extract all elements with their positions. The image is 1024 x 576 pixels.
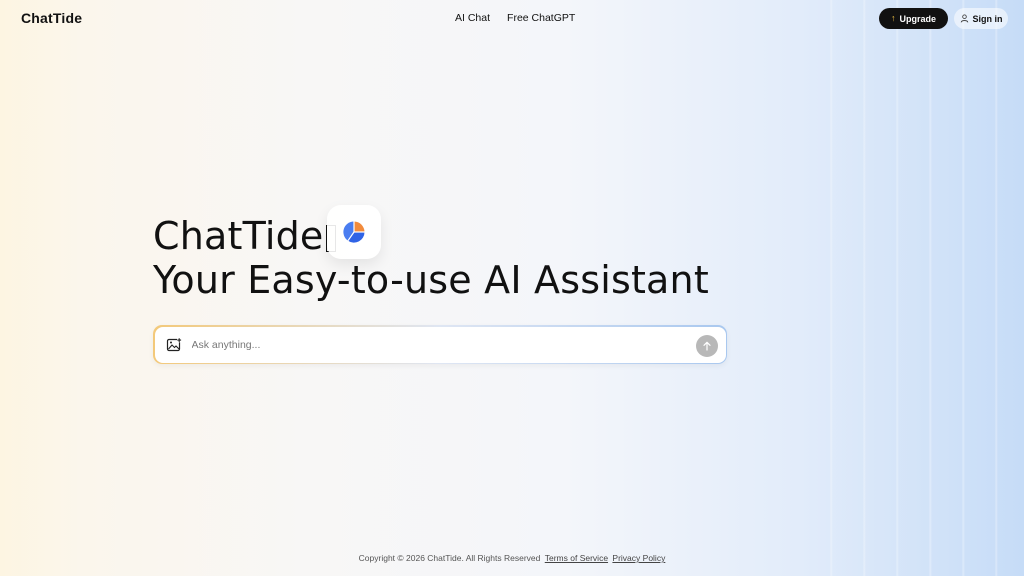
hero-tagline: Your Easy-to-use AI Assistant: [153, 258, 709, 302]
send-button[interactable]: [695, 334, 718, 357]
hero-brand-text: ChatTide: [153, 214, 324, 258]
top-header: ChatTide AI Chat Free ChatGPT ↑ Upgrade …: [0, 0, 1024, 36]
sign-in-label: Sign in: [972, 13, 1003, 24]
brand-badge: [327, 205, 381, 259]
upgrade-button[interactable]: ↑ Upgrade: [879, 8, 948, 29]
image-upload-icon[interactable]: [166, 337, 182, 353]
arrow-up-icon: [702, 341, 711, 351]
upgrade-label: Upgrade: [899, 13, 936, 24]
hero-title: ChatTide Your Easy-to-use AI Assistant: [153, 214, 709, 302]
terms-link[interactable]: Terms of Service: [545, 553, 608, 563]
ask-box: [153, 325, 727, 364]
sign-in-button[interactable]: Sign in: [954, 8, 1008, 29]
pie-chart-icon: [343, 221, 365, 243]
background-stripes: [800, 0, 1024, 576]
hero-line-1: ChatTide: [153, 214, 709, 258]
logo[interactable]: ChatTide: [21, 10, 82, 26]
nav-ai-chat[interactable]: AI Chat: [455, 12, 490, 24]
nav-free-chatgpt[interactable]: Free ChatGPT: [507, 12, 575, 24]
main-nav: AI Chat Free ChatGPT: [455, 12, 575, 24]
user-icon: [960, 14, 968, 23]
arrow-up-icon: ↑: [890, 13, 896, 23]
ask-input[interactable]: [191, 334, 672, 355]
copyright-text: Copyright © 2026 ChatTide. All Rights Re…: [358, 553, 541, 563]
privacy-link[interactable]: Privacy Policy: [612, 553, 665, 563]
ask-box-inner: [154, 326, 726, 363]
footer: Copyright © 2026 ChatTide. All Rights Re…: [0, 553, 1024, 563]
